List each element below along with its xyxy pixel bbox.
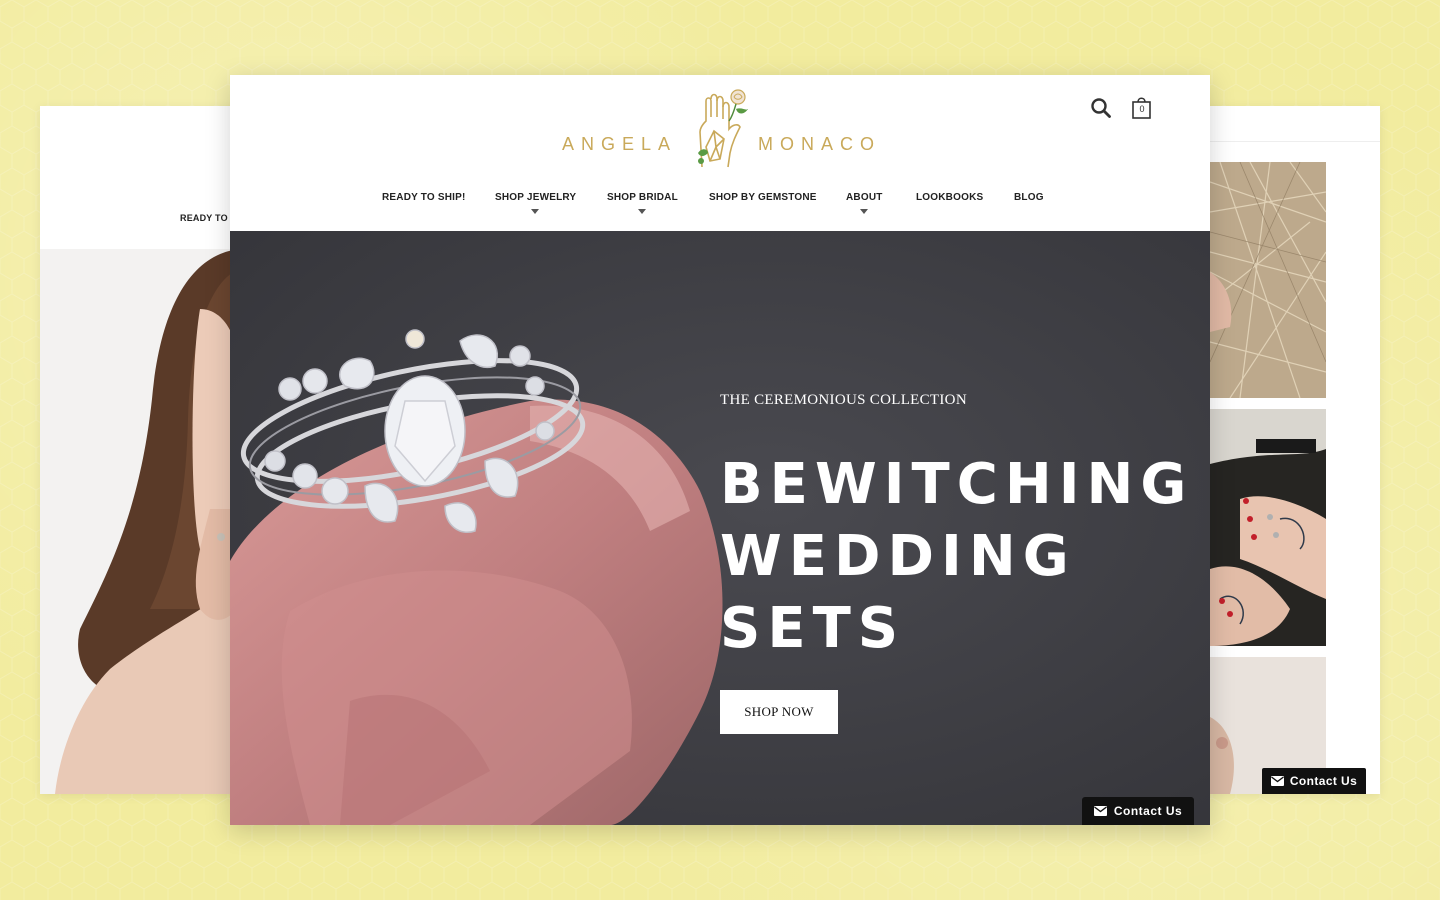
nav-item-about[interactable]: ABOUT [846,192,883,203]
shopping-bag-icon[interactable]: 0 [1130,95,1154,121]
main-navigation: READY TO SHIP! SHOP JEWELRY SHOP BRIDAL … [230,189,1210,225]
right-page-header [1200,106,1380,142]
tattooed-hands-photo [1210,409,1326,646]
background-page-right: Contact Us [1200,106,1380,794]
chevron-down-icon [860,209,868,214]
main-browser-page: ANGELA MONACO 0 READY TO SHIP! SHOP JEWE… [230,75,1210,825]
cart-count: 0 [1139,104,1145,114]
brand-name-right: MONACO [758,134,881,154]
dried-grass-photo [1209,161,1327,399]
nav-item-shop-jewelry[interactable]: SHOP JEWELRY [495,192,576,203]
nav-item-shop-by-gemstone[interactable]: SHOP BY GEMSTONE [709,192,817,203]
envelope-icon [1093,806,1107,816]
left-page-nav-item: READY TO S [180,213,237,223]
contact-us-label: Contact Us [1289,774,1358,788]
brand-logo[interactable]: ANGELA MONACO [560,87,880,187]
background-page-left: READY TO S [40,106,240,794]
hero-title-line: WEDDING [720,524,1076,589]
contact-us-label: Contact Us [1113,804,1183,818]
hero-banner: THE CEREMONIOUS COLLECTION BEWITCHING WE… [230,231,1210,825]
contact-us-button-secondary[interactable]: Contact Us [1262,768,1366,794]
brand-name-left: ANGELA [562,134,678,154]
envelope-icon [1270,776,1284,786]
shop-now-button[interactable]: SHOP NOW [720,690,838,734]
left-page-header: READY TO S [40,106,240,250]
site-header: ANGELA MONACO 0 READY TO SHIP! SHOP JEWE… [230,75,1210,231]
model-portrait-photo [40,249,240,794]
nav-item-lookbooks[interactable]: LOOKBOOKS [916,192,983,203]
nav-item-ready-to-ship[interactable]: READY TO SHIP! [382,192,466,203]
search-icon[interactable] [1090,97,1112,119]
nav-item-blog[interactable]: BLOG [1014,192,1044,203]
chevron-down-icon [531,209,539,214]
header-icons: 0 [1090,95,1160,125]
hero-title-line: SETS [720,596,906,661]
hero-title: BEWITCHING WEDDING SETS [720,449,1190,665]
hero-title-line: BEWITCHING [720,452,1194,517]
hero-eyebrow: THE CEREMONIOUS COLLECTION [720,392,967,408]
nav-item-shop-bridal[interactable]: SHOP BRIDAL [607,192,678,203]
chevron-down-icon [638,209,646,214]
contact-us-button[interactable]: Contact Us [1082,797,1194,825]
hand-crystal-rose-icon [698,89,748,168]
